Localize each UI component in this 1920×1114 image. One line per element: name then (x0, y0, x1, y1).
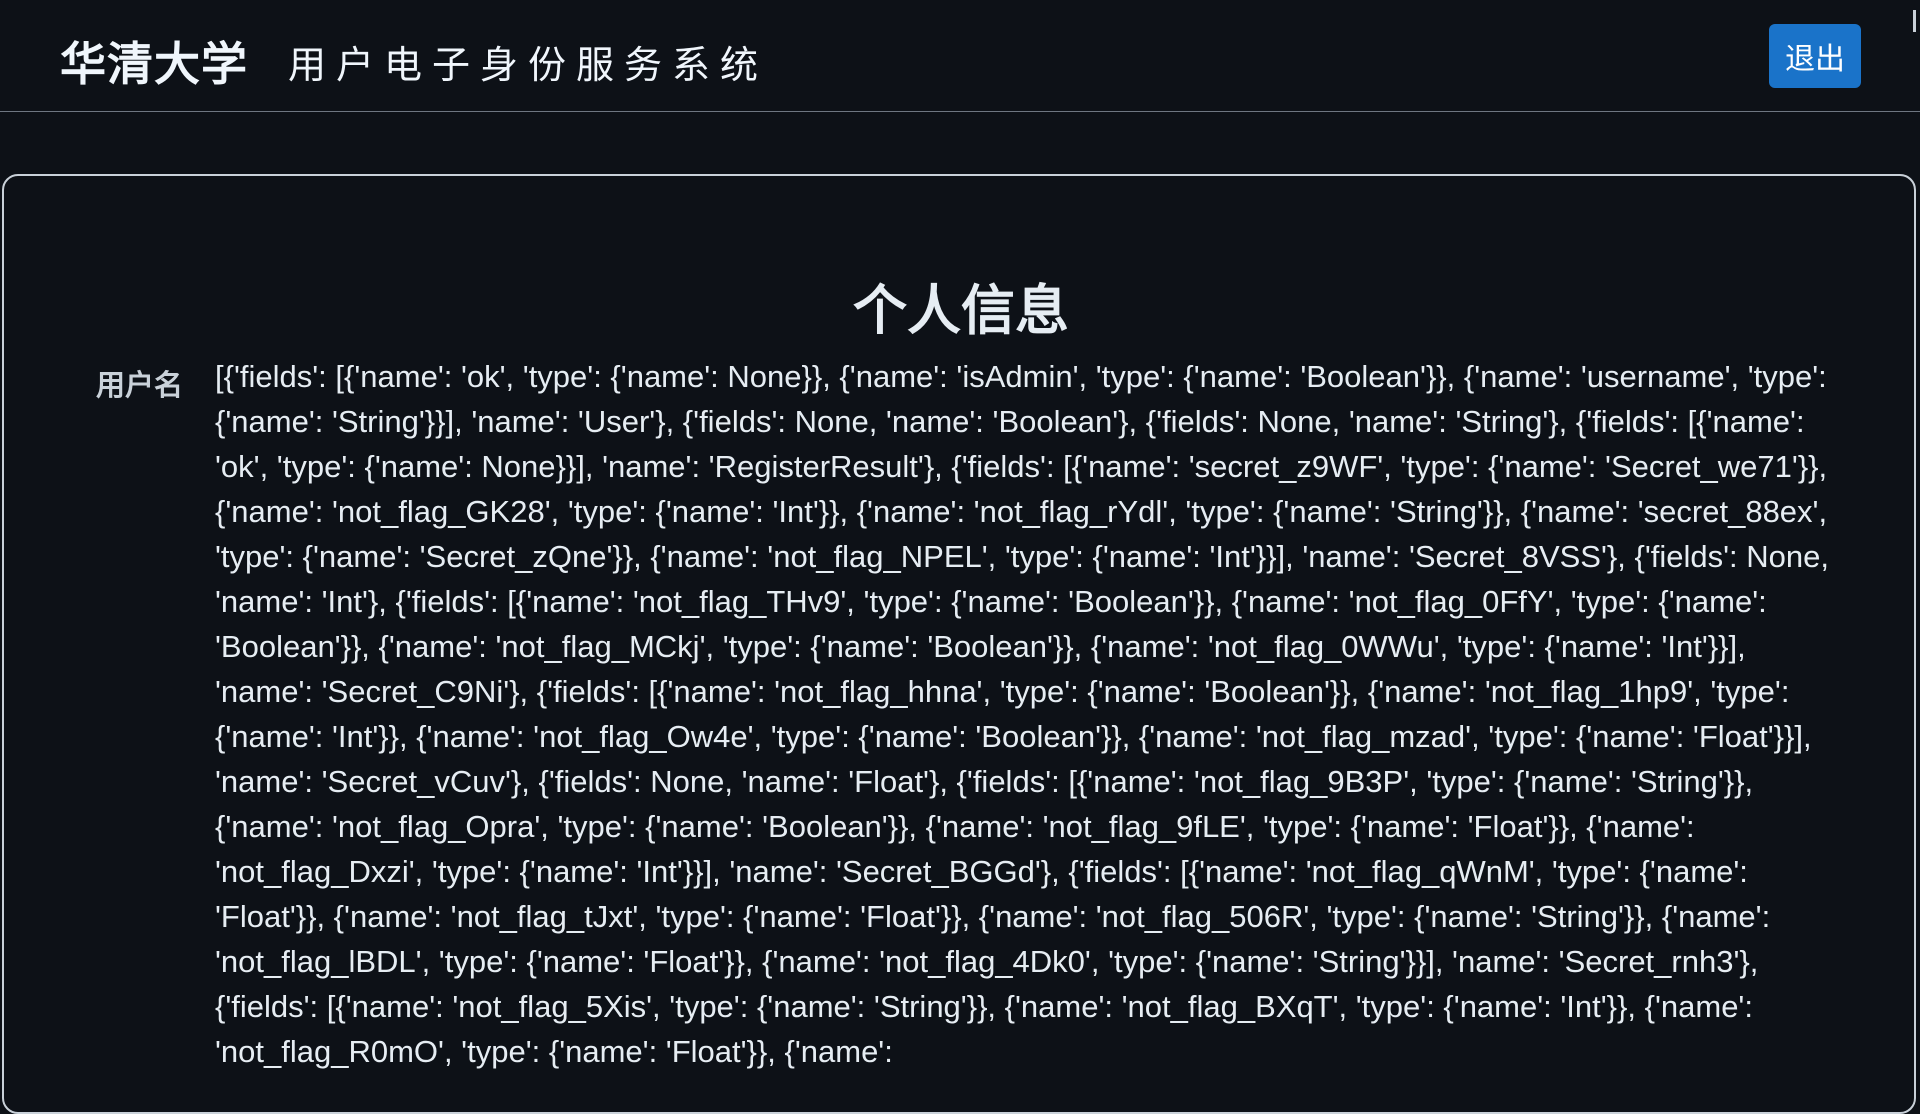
scrollbar-thumb[interactable] (1913, 10, 1916, 32)
system-title: 用户电子身份服务系统 (288, 43, 769, 87)
username-value: [{'fields': [{'name': 'ok', 'type': {'na… (215, 359, 1829, 1069)
university-brand[interactable]: 华清大学 (60, 28, 248, 94)
profile-card: 个人信息 用户名 [{'fields': [{'name': 'ok', 'ty… (2, 174, 1916, 1114)
top-navbar: 华清大学 用户电子身份服务系统 退出 (0, 0, 1920, 112)
username-label: 用户名 (96, 368, 184, 402)
logout-button[interactable]: 退出 (1769, 24, 1861, 88)
page-title: 个人信息 (853, 279, 1069, 342)
